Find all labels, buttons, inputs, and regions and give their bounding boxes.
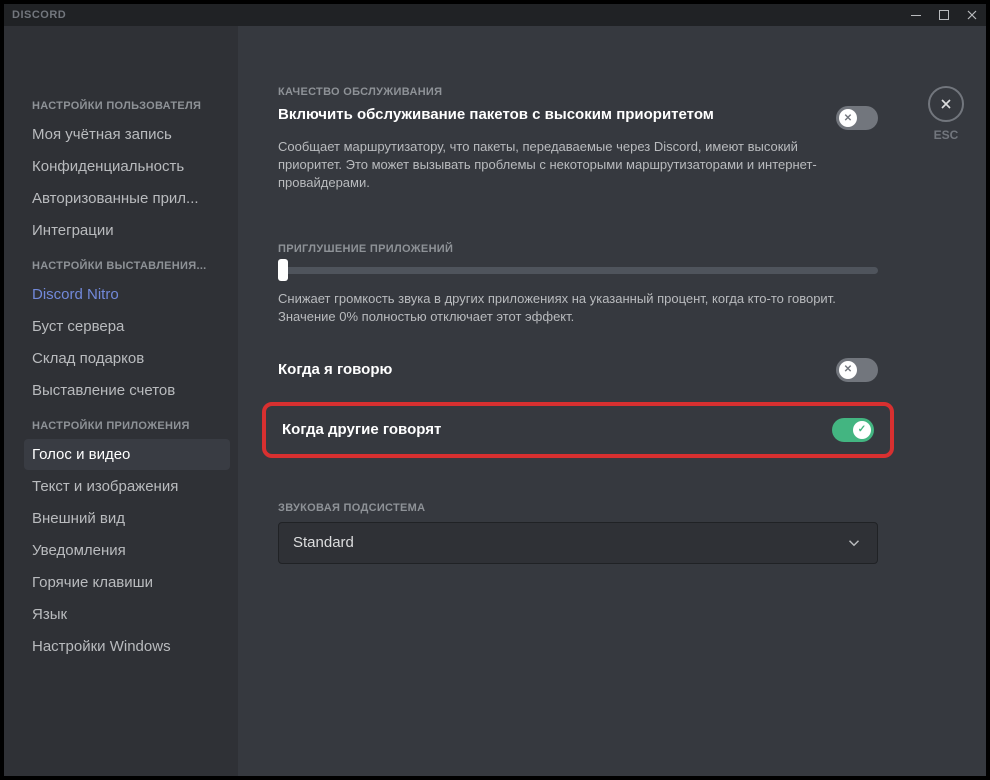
audio-subsystem-select[interactable]: Standard <box>278 522 878 564</box>
qos-toggle[interactable] <box>836 106 878 130</box>
slider-handle[interactable] <box>278 259 288 281</box>
qos-setting-row: Включить обслуживание пакетов с высоким … <box>278 106 878 130</box>
sidebar-item-language[interactable]: Язык <box>24 599 230 630</box>
sidebar-item-appearance[interactable]: Внешний вид <box>24 503 230 534</box>
sidebar-item-windows-settings[interactable]: Настройки Windows <box>24 631 230 662</box>
when-i-speak-toggle[interactable] <box>836 358 878 382</box>
esc-button-group: ESC <box>916 86 976 142</box>
when-i-speak-row: Когда я говорю <box>278 346 878 394</box>
close-window-button[interactable] <box>966 9 978 21</box>
chevron-down-icon <box>845 534 863 552</box>
sidebar-item-gift-inventory[interactable]: Склад подарков <box>24 343 230 374</box>
esc-label: ESC <box>916 128 976 142</box>
qos-header: КАЧЕСТВО ОБСЛУЖИВАНИЯ <box>278 86 878 98</box>
when-others-speak-label: Когда другие говорят <box>282 421 441 438</box>
minimize-button[interactable] <box>910 9 922 21</box>
sidebar-item-account[interactable]: Моя учётная запись <box>24 119 230 150</box>
sidebar-item-nitro[interactable]: Discord Nitro <box>24 279 230 310</box>
maximize-button[interactable] <box>938 9 950 21</box>
highlight-box: Когда другие говорят <box>262 402 894 458</box>
sidebar-item-billing[interactable]: Выставление счетов <box>24 375 230 406</box>
app-title: DISCORD <box>12 9 66 21</box>
sidebar-item-integrations[interactable]: Интеграции <box>24 215 230 246</box>
qos-title: Включить обслуживание пакетов с высоким … <box>278 106 836 123</box>
sidebar-item-text-images[interactable]: Текст и изображения <box>24 471 230 502</box>
sidebar-item-authorized-apps[interactable]: Авторизованные прил... <box>24 183 230 214</box>
when-others-speak-toggle[interactable] <box>832 418 874 442</box>
qos-desc: Сообщает маршрутизатору, что пакеты, пер… <box>278 138 838 193</box>
window: DISCORD НАСТРОЙКИ ПОЛЬЗОВАТЕЛЯ Моя учётн… <box>4 4 986 776</box>
sidebar-item-keybinds[interactable]: Горячие клавиши <box>24 567 230 598</box>
sidebar-item-notifications[interactable]: Уведомления <box>24 535 230 566</box>
sidebar-item-server-boost[interactable]: Буст сервера <box>24 311 230 342</box>
close-settings-button[interactable] <box>928 86 964 122</box>
content-area: КАЧЕСТВО ОБСЛУЖИВАНИЯ Включить обслужива… <box>238 26 986 776</box>
when-i-speak-label: Когда я говорю <box>278 361 392 378</box>
close-icon <box>938 96 954 112</box>
sidebar-item-voice-video[interactable]: Голос и видео <box>24 439 230 470</box>
sidebar-header-user: НАСТРОЙКИ ПОЛЬЗОВАТЕЛЯ <box>24 94 230 118</box>
attenuation-slider[interactable] <box>278 267 878 274</box>
sidebar-header-app: НАСТРОЙКИ ПРИЛОЖЕНИЯ <box>24 414 230 438</box>
title-bar: DISCORD <box>4 4 986 26</box>
audio-subsystem-value: Standard <box>293 534 354 551</box>
sidebar-item-privacy[interactable]: Конфиденциальность <box>24 151 230 182</box>
sidebar: НАСТРОЙКИ ПОЛЬЗОВАТЕЛЯ Моя учётная запис… <box>4 26 238 776</box>
window-controls <box>910 9 978 21</box>
sidebar-header-billing: НАСТРОЙКИ ВЫСТАВЛЕНИЯ... <box>24 254 230 278</box>
attenuation-header: ПРИГЛУШЕНИЕ ПРИЛОЖЕНИЙ <box>278 243 878 255</box>
attenuation-desc: Снижает громкость звука в других приложе… <box>278 290 838 326</box>
audio-subsystem-header: ЗВУКОВАЯ ПОДСИСТЕМА <box>278 502 878 514</box>
